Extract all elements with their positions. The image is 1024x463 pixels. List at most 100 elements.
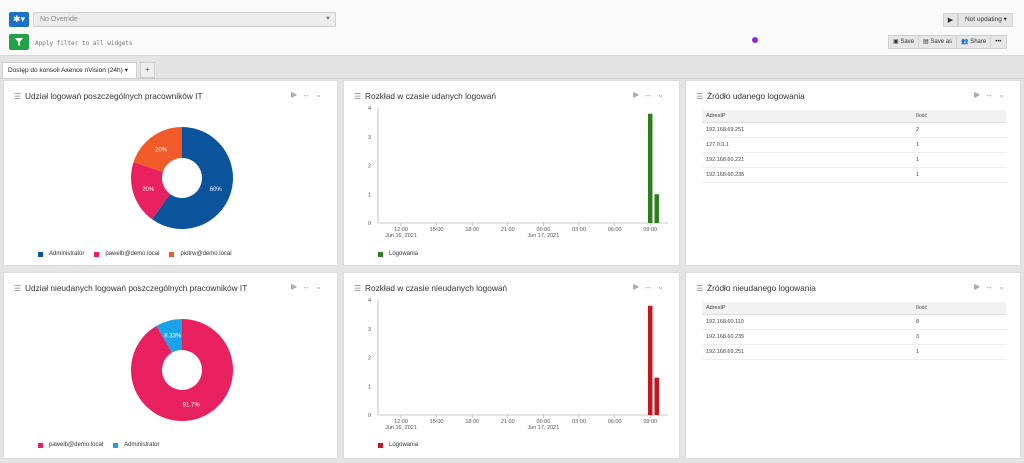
x-tick-label: 06:00 <box>608 227 622 233</box>
column-header[interactable]: Ilość <box>912 110 1006 123</box>
chart-legend: Logowania <box>378 442 418 448</box>
x-tick-label: 06:00 <box>608 419 622 425</box>
filter-input[interactable] <box>35 38 335 48</box>
widget-table-fail: ☰ Źródło nieudanego logowania ▶↔⌄ AdresI… <box>685 272 1021 459</box>
bar[interactable] <box>647 113 653 223</box>
widget-bar-fail: ☰ Rozkład w czasie nieudanych logowań ▶↔… <box>343 272 680 459</box>
add-tab-button[interactable]: + <box>140 62 155 78</box>
bar[interactable] <box>647 305 653 415</box>
play-button[interactable]: ▶ <box>943 13 958 27</box>
y-tick-label: 2 <box>368 164 371 170</box>
table-row[interactable]: 192.168.60.221 1 <box>702 152 1006 168</box>
legend-label: pawelb@demo.local <box>49 442 104 448</box>
y-tick-label: 3 <box>368 135 371 141</box>
more-options-button[interactable]: ••• <box>991 36 1005 48</box>
chevron-down-icon: ▼ <box>325 16 331 22</box>
drag-handle-icon[interactable]: ☰ <box>696 92 703 101</box>
widget-title: Źródło nieudanego logowania <box>707 283 816 293</box>
widget-pie-success: ☰ Udział logowań poszczególnych pracowni… <box>3 80 338 266</box>
cell-count: 1 <box>912 167 1006 183</box>
tab-divider <box>0 78 1024 79</box>
pie-chart: 91.7% 8.33% <box>131 319 234 421</box>
legend-item[interactable]: Logowania <box>378 442 418 448</box>
override-select-value: No Override <box>40 16 78 23</box>
table-row[interactable]: 192.168.69.251 1 <box>702 344 1006 360</box>
pie-slice-label: 20% <box>155 147 168 153</box>
tab-dashboard[interactable]: Dostęp do konsoli Axence nVision (24h) ▾ <box>2 62 137 78</box>
refresh-interval-dropdown[interactable]: Not updating ▾ <box>958 13 1013 27</box>
cell-count: 1 <box>912 137 1006 153</box>
legend-item[interactable]: pawelb@demo.local <box>38 442 103 448</box>
legend-item[interactable]: Logowania <box>378 251 418 257</box>
save-as-button[interactable]: ▤ Save as <box>919 36 958 48</box>
y-tick-label: 1 <box>368 192 371 198</box>
column-header[interactable]: AdresIP <box>702 110 912 123</box>
pin-icon[interactable] <box>752 37 758 43</box>
gear-icon: ✱▾ <box>12 14 26 24</box>
bar-chart: 0123412:00Jun 16, 202115:00 18:00 21:00 00:… <box>368 298 668 431</box>
filter-button[interactable] <box>9 34 29 50</box>
table-row[interactable]: 127.0.0.1 1 <box>702 137 1006 153</box>
widget-header: ☰ Źródło nieudanego logowania ▶↔⌄ <box>686 273 1020 303</box>
widget-title: Źródło udanego logowania <box>707 91 805 101</box>
legend-label: Administrator <box>49 251 85 257</box>
legend-label: pawelb@demo.local <box>105 251 160 257</box>
x-tick-label: 03:00 <box>572 227 586 233</box>
share-users-icon: 👥 <box>961 39 969 45</box>
widget-bar-success: ☰ Rozkład w czasie udanych logowań ▶↔⌄ 0… <box>343 80 680 266</box>
copy-icon: ▤ <box>923 39 929 45</box>
cell-count: 1 <box>912 344 1006 360</box>
cell-count: 2 <box>912 122 1006 138</box>
cell-count: 3 <box>912 329 1006 345</box>
column-header[interactable]: Ilość <box>912 302 1006 315</box>
save-button-group: ▣ Save ▤ Save as 👥 Share ••• <box>888 35 1007 49</box>
pie-slice-label: 91.7% <box>183 402 201 408</box>
bar[interactable] <box>654 194 659 223</box>
x-tick-sublabel: Jun 17, 2021 <box>527 425 559 431</box>
x-tick-label: 03:00 <box>572 419 586 425</box>
widget-header: ☰ Źródło udanego logowania ▶↔⌄ <box>686 81 1020 111</box>
chart-legend: Administrator pawelb@demo.local piotrw@dem… <box>38 251 232 257</box>
legend-item[interactable]: Administrator <box>38 251 84 257</box>
play-icon: ▶ <box>947 17 954 24</box>
y-tick-label: 4 <box>368 298 371 304</box>
legend-label: Administrator <box>124 442 160 448</box>
cell-count: 1 <box>912 152 1006 168</box>
x-tick-label: 15:00 <box>430 419 444 425</box>
y-tick-label: 4 <box>368 106 371 112</box>
y-tick-label: 1 <box>368 384 371 390</box>
table-row[interactable]: 192.168.69.251 2 <box>702 122 1006 138</box>
legend-swatch <box>378 251 383 257</box>
chart-legend: pawelb@demo.local Administrator <box>38 442 159 448</box>
legend-item[interactable]: pawelb@demo.local <box>94 251 159 257</box>
pie-slice-label: 60% <box>210 187 223 193</box>
column-header[interactable]: AdresIP <box>702 302 912 315</box>
x-tick-label: 15:00 <box>430 227 444 233</box>
widget-controls[interactable]: ▶↔⌄ <box>974 282 1010 291</box>
cell-ip: 192.168.60.221 <box>702 152 912 168</box>
drag-handle-icon[interactable]: ☰ <box>696 284 703 293</box>
table-row[interactable]: 192.168.60.235 3 <box>702 329 1006 345</box>
legend-swatch <box>94 251 100 257</box>
data-table: AdresIP Ilość 192.168.69.251 2 127.0.0.1 1… <box>702 110 1006 183</box>
bar[interactable] <box>654 377 659 415</box>
legend-item[interactable]: piotrw@demo.local <box>169 251 232 257</box>
legend-swatch <box>113 442 119 448</box>
y-tick-label: 0 <box>368 413 371 419</box>
dashboard-menu-button[interactable]: ✱▾ <box>9 12 29 27</box>
save-button[interactable]: ▣ Save <box>889 36 920 48</box>
legend-swatch <box>169 251 175 257</box>
legend-item[interactable]: Administrator <box>113 442 159 448</box>
x-tick-label: 21:00 <box>501 419 515 425</box>
x-tick-label: 09:00 <box>643 419 657 425</box>
override-select[interactable]: No Override ▼ <box>33 12 336 27</box>
table-row[interactable]: 192.168.60.235 1 <box>702 167 1006 183</box>
legend-label: piotrw@demo.local <box>180 251 232 257</box>
x-tick-sublabel: Jun 16, 2021 <box>385 233 417 239</box>
widget-controls[interactable]: ▶↔⌄ <box>974 90 1010 99</box>
tab-label: Dostęp do konsoli Axence nVision (24h) <box>8 67 123 74</box>
share-button[interactable]: 👥 Share <box>957 36 992 48</box>
y-tick-label: 0 <box>368 221 371 227</box>
table-row[interactable]: 192.168.60.110 8 <box>702 314 1006 330</box>
widget-pie-fail: ☰ Udział nieudanych logowań poszczególny… <box>3 272 338 459</box>
